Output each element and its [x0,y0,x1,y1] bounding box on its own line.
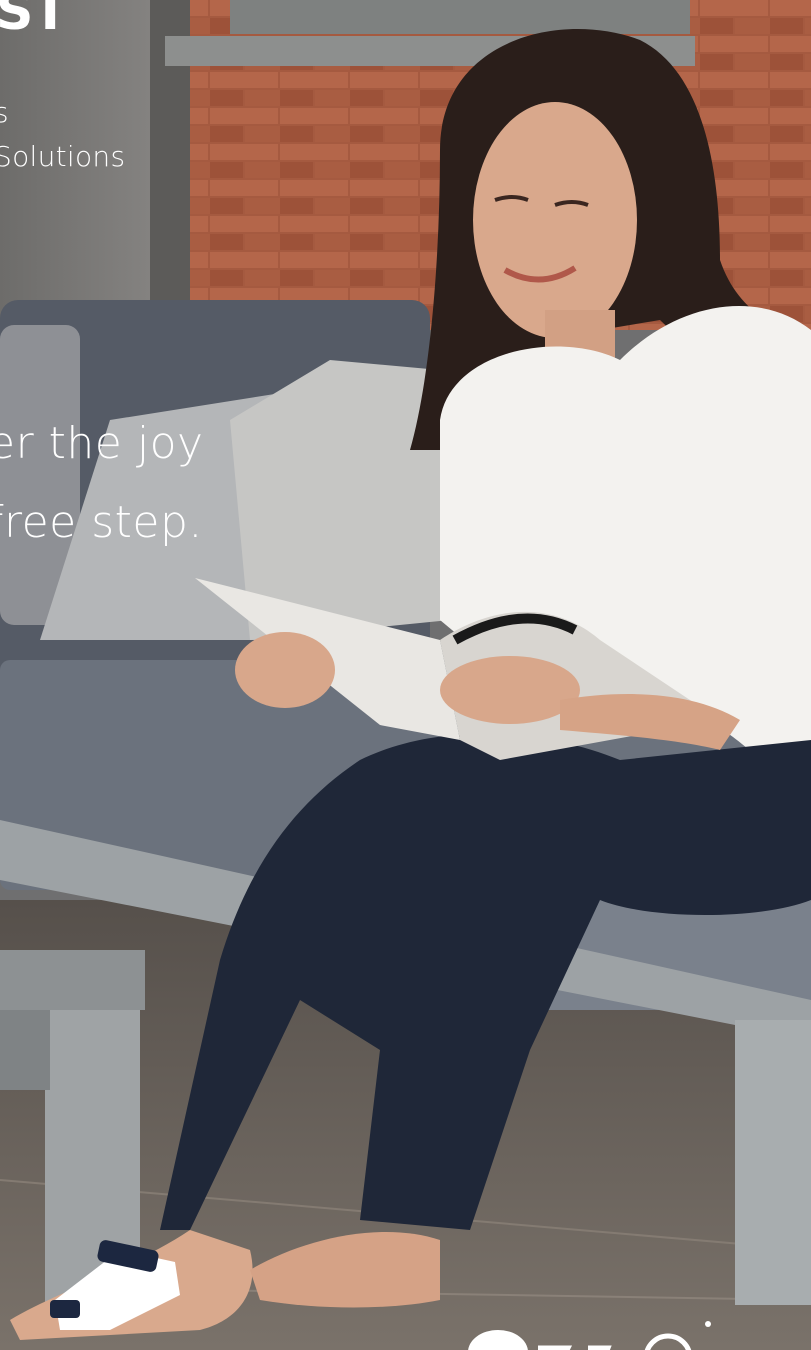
brand-tagline-line1: s [0,96,10,129]
toe-splint-strap [50,1300,80,1318]
photo-illustration [0,0,811,1350]
brand-tagline-line2: Solutions [0,140,126,173]
right-hand [440,656,580,724]
sofa-leg [735,1020,811,1305]
headline-line2: free step. [0,497,203,548]
face [473,102,637,338]
brand-logo-partial: ST [0,0,68,42]
headline-line1: er the joy [0,418,204,469]
side-table-top [0,950,145,1010]
photo-scene [0,0,811,1350]
side-table-shelf [0,1010,50,1090]
window-frame [230,0,690,34]
djo-logo-icon [468,1321,711,1350]
left-hand [235,632,335,708]
djo-logo [468,1318,728,1350]
